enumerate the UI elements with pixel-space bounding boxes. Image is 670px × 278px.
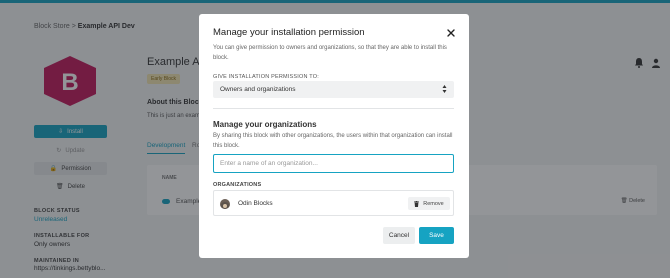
close-button[interactable]: [445, 27, 457, 39]
select-arrows-icon: [442, 85, 447, 93]
dialog-description: You can give permission to owners and or…: [213, 45, 447, 61]
close-icon: [447, 29, 455, 37]
section-divider: [213, 108, 454, 109]
installation-permission-dialog: Manage your installation permission You …: [199, 14, 469, 258]
organizations-heading: Manage your organizations: [213, 120, 317, 129]
organization-list-item: Odin Blocks Remove: [213, 190, 454, 216]
organization-name: Odin Blocks: [238, 200, 273, 207]
cancel-button[interactable]: Cancel: [383, 227, 415, 244]
dialog-title: Manage your installation permission: [213, 27, 365, 38]
organization-avatar: [220, 199, 230, 209]
organizations-list-label: ORGANIZATIONS: [213, 182, 262, 188]
permission-select-value: Owners and organizations: [220, 86, 296, 93]
remove-organization-button[interactable]: Remove: [408, 197, 450, 210]
permission-select[interactable]: Owners and organizations: [213, 81, 454, 98]
remove-label: Remove: [423, 200, 444, 207]
save-button[interactable]: Save: [419, 227, 454, 244]
organization-search-input[interactable]: [213, 154, 454, 173]
organizations-description: By sharing this block with other organiz…: [213, 133, 453, 149]
permission-select-label: GIVE INSTALLATION PERMISSION TO:: [213, 74, 319, 80]
trash-icon: [414, 200, 420, 207]
